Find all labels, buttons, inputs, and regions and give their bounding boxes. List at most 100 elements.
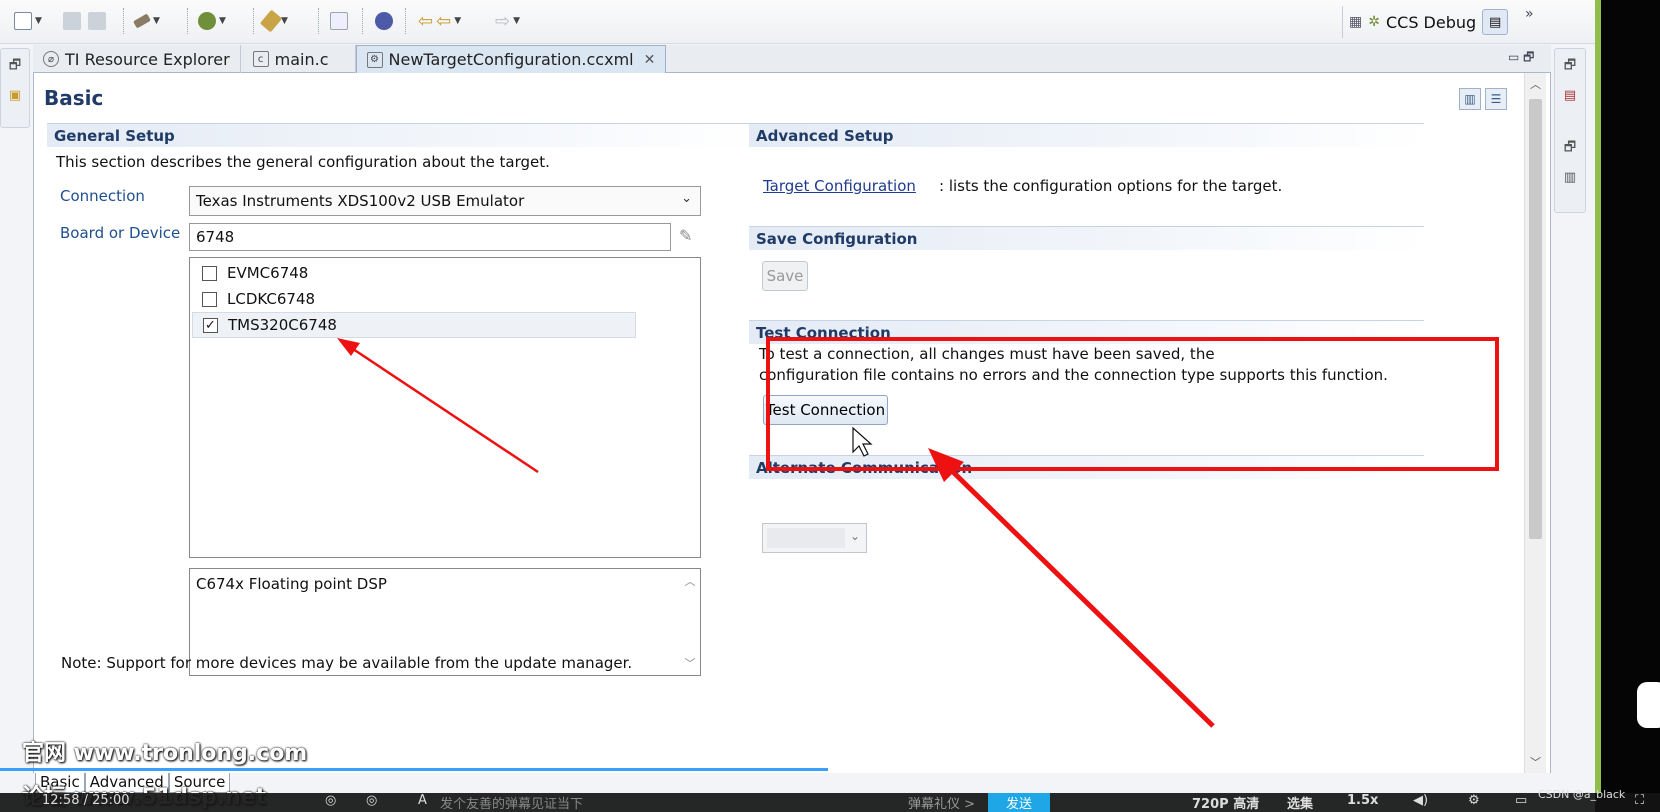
globe-button[interactable] — [375, 10, 393, 32]
toolbar-separator — [123, 8, 124, 34]
device-row-evmc6748[interactable]: EVMC6748 — [192, 260, 636, 286]
single-column-layout-icon[interactable]: ☰ — [1485, 88, 1507, 110]
board-or-device-input[interactable]: 6748 — [189, 223, 671, 251]
build-button[interactable]: ▼ — [133, 10, 160, 32]
playback-speed[interactable]: 1.5x — [1347, 793, 1378, 808]
two-column-layout-icon[interactable]: ▥ — [1459, 88, 1481, 110]
tools-icon — [259, 9, 283, 33]
update-manager-note: Note: Support for more devices may be av… — [61, 654, 633, 672]
forward-button[interactable]: ⇨ ▼ — [495, 10, 520, 32]
perspective-switcher[interactable]: ▦ ✲ CCS Debug ▤ — [1342, 6, 1514, 38]
ccs-edit-icon: ▤ — [1489, 14, 1502, 30]
device-list: EVMC6748 LCDKC6748 ✓ TMS320C6748 — [189, 257, 701, 558]
device-row-lcdkc6748[interactable]: LCDKC6748 — [192, 286, 636, 312]
new-button[interactable]: ▼ — [14, 10, 42, 32]
restore-icon[interactable]: 🗗 — [1560, 57, 1580, 77]
tools-button[interactable]: ▼ — [259, 9, 288, 33]
alternate-communication-select[interactable]: ⌄ — [762, 523, 867, 553]
minimize-maximize-icon[interactable]: ▭ 🗗 — [1508, 48, 1534, 69]
outline-icon[interactable]: ▤ — [1560, 85, 1580, 105]
connection-select[interactable]: Texas Instruments XDS100v2 USB Emulator … — [189, 186, 701, 216]
danmaku-send-button[interactable]: 发送 — [988, 793, 1050, 812]
video-progress-bar[interactable] — [0, 768, 828, 771]
problems-icon[interactable]: ▥ — [1560, 167, 1580, 187]
terminal-button[interactable] — [330, 10, 348, 32]
toolbar-separator — [253, 8, 254, 34]
back-icon: ⇦ — [436, 10, 452, 32]
more-perspectives-icon[interactable]: » — [1525, 6, 1534, 22]
tab-label: main.c — [274, 49, 329, 69]
scroll-down-icon[interactable]: ﹀ — [1530, 754, 1541, 770]
connection-value: Texas Instruments XDS100v2 USB Emulator — [196, 192, 525, 210]
scrollbar-thumb[interactable] — [1529, 99, 1542, 539]
tab-ti-resource-explorer[interactable]: ⌀ TI Resource Explorer — [33, 45, 241, 73]
toolbar-separator — [405, 8, 406, 34]
editor-scrollbar[interactable]: ︿ ﹀ — [1524, 73, 1546, 773]
window-edge — [1595, 0, 1601, 793]
ide-window: ▼ ▼ ▼ ▼ ⇦ ⇦ ▼ ⇨ ▼ ▦ ✲ CCS Debug ▤ » 🗗 ▣ 🗗 ▤… — [0, 0, 1595, 812]
scroll-up-icon[interactable]: ︿ — [1530, 76, 1541, 92]
new-icon — [14, 12, 32, 30]
target-configuration-link[interactable]: Target Configuration — [763, 177, 916, 195]
danmaku-input[interactable]: 发个友善的弹幕见证当下 — [440, 793, 583, 812]
watermark-official-site: 官网 www.tronlong.com — [22, 741, 308, 766]
tab-label: TI Resource Explorer — [65, 49, 230, 69]
save-button[interactable]: Save — [762, 261, 808, 291]
back-button[interactable]: ⇦ ⇦ ▼ — [418, 10, 461, 32]
device-checkbox-checked[interactable]: ✓ — [203, 317, 218, 333]
project-explorer-icon[interactable]: ▣ — [5, 85, 25, 105]
save-all-button[interactable] — [88, 10, 106, 32]
quality-selector[interactable]: 720P 高清 — [1192, 793, 1259, 812]
video-control-bar: 12:58 / 25:00 ◎ ◎ A 发个友善的弹幕见证当下 弹幕礼仪 > 发… — [0, 793, 1660, 812]
debug-button[interactable]: ▼ — [198, 10, 226, 32]
settings-icon[interactable]: ⚙ — [1468, 793, 1480, 808]
danmaku-etiquette-link[interactable]: 弹幕礼仪 > — [908, 793, 975, 812]
save-all-icon — [88, 12, 106, 30]
forward-icon: ⇨ — [495, 10, 511, 32]
chevron-down-icon: ▼ — [153, 16, 160, 26]
device-checkbox[interactable] — [202, 265, 217, 281]
build-icon — [133, 13, 151, 29]
toolbar-separator — [187, 8, 188, 34]
board-or-device-label: Board or Device — [60, 224, 181, 242]
picture-in-picture-icon[interactable]: ▭ — [1515, 793, 1527, 808]
tab-main-c[interactable]: c main.c — [241, 45, 356, 73]
clear-filter-icon[interactable]: ✎ — [679, 226, 692, 245]
perspective-button[interactable]: ▤ — [1482, 9, 1509, 35]
open-perspective-icon: ▦ — [1349, 14, 1363, 30]
danmaku-toggle-icon[interactable]: ◎ — [325, 793, 336, 808]
danmaku-style-icon[interactable]: A — [418, 793, 427, 808]
advanced-setup-header: Advanced Setup — [749, 123, 1424, 147]
globe-icon — [375, 12, 393, 30]
fullscreen-icon[interactable]: ⛶ — [1635, 793, 1644, 808]
save-button[interactable] — [63, 10, 81, 32]
tab-new-target-configuration[interactable]: ⚙ NewTargetConfiguration.ccxml ✕ — [355, 45, 667, 73]
chevron-down-icon: ⌄ — [681, 191, 692, 206]
save-icon — [63, 12, 81, 30]
toolbar-separator — [362, 8, 363, 34]
toolbar-separator — [318, 8, 319, 34]
description-scrollbar[interactable]: ︿ ﹀ — [684, 573, 696, 671]
left-trim-stack: 🗗 ▣ — [0, 48, 30, 128]
restore-icon[interactable]: 🗗 — [5, 57, 25, 77]
volume-icon[interactable]: ◀) — [1413, 793, 1428, 808]
chevron-down-icon: ▼ — [281, 16, 288, 26]
tab-label: NewTargetConfiguration.ccxml — [388, 50, 634, 69]
video-side-strip — [1595, 0, 1660, 812]
connection-label: Connection — [60, 187, 145, 205]
scroll-down-icon[interactable]: ﹀ — [685, 655, 696, 671]
restore-icon[interactable]: 🗗 — [1560, 139, 1580, 159]
close-icon[interactable]: ✕ — [644, 52, 656, 68]
debug-icon — [198, 12, 216, 30]
danmaku-settings-icon[interactable]: ◎ — [366, 793, 377, 808]
back-icon: ⇦ — [418, 10, 434, 32]
target-configuration-description: : lists the configuration options for th… — [939, 177, 1283, 195]
episode-selector[interactable]: 选集 — [1287, 793, 1313, 812]
debug-perspective-icon: ✲ — [1368, 14, 1380, 30]
target-config-icon: ⚙ — [366, 51, 383, 68]
device-checkbox[interactable] — [202, 291, 217, 307]
device-row-tms320c6748[interactable]: ✓ TMS320C6748 — [192, 312, 636, 338]
video-time: 12:58 / 25:00 — [42, 793, 130, 808]
side-panel-icon[interactable] — [1637, 682, 1660, 728]
scroll-up-icon[interactable]: ︿ — [685, 573, 696, 589]
